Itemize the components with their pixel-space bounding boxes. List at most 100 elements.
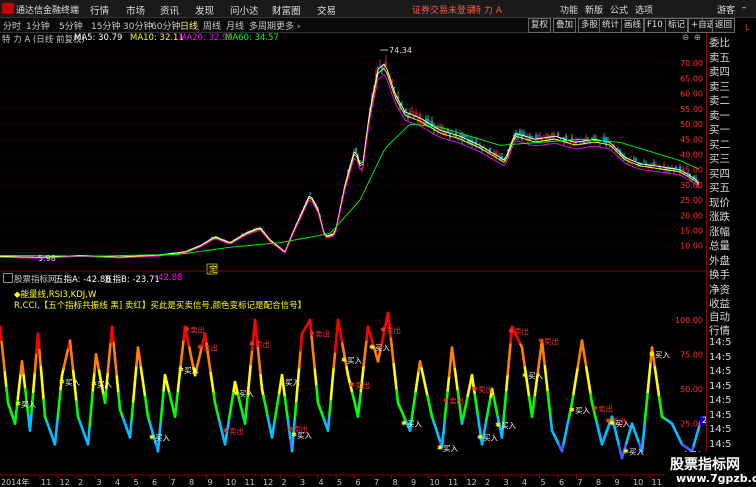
- x-axis-label: 7: [171, 478, 176, 487]
- menu-newversion[interactable]: 新版: [585, 3, 603, 16]
- period-5min[interactable]: 5分钟: [59, 19, 83, 32]
- sell-label: 卖出: [190, 324, 205, 334]
- indicator-line-segment: [243, 407, 248, 425]
- chart-area[interactable]: 74.345.98定 70.0065.0060.0055.0050.0045.0…: [0, 45, 706, 487]
- menu-options[interactable]: 选项: [635, 3, 653, 16]
- indicator-line-segment: [203, 332, 208, 345]
- x-axis-label: 10: [633, 478, 643, 487]
- quote-item-label: 净资: [709, 283, 730, 296]
- indicator-line-segment: [107, 340, 112, 359]
- indicator-line-segment: [570, 392, 575, 405]
- indicator-line-segment: [53, 429, 58, 446]
- indicator-line-segment: [257, 360, 262, 377]
- period-tick[interactable]: 分时: [3, 19, 21, 32]
- menu-market[interactable]: 市场: [126, 3, 145, 17]
- period-30min[interactable]: 30分钟: [123, 19, 152, 32]
- indicator-line-segment: [533, 382, 538, 397]
- period-monthly[interactable]: 月线: [226, 19, 244, 32]
- indicator-line-segment: [547, 403, 552, 419]
- stock-tab[interactable]: 特 力 A: [472, 3, 502, 16]
- settings-icon[interactable]: ⊕: [694, 33, 701, 43]
- indicator-line-segment: [70, 354, 75, 373]
- indicator-line-segment: [393, 375, 398, 392]
- candle-body: [655, 164, 657, 165]
- indicator-line-segment: [212, 391, 217, 405]
- indicator-line-segment: [446, 374, 451, 392]
- x-axis-label: 7: [374, 478, 379, 487]
- buy-label: 买入: [347, 356, 362, 365]
- candle-body: [411, 110, 413, 112]
- panel-side-label[interactable]: 行情: [709, 323, 730, 338]
- buy-label: 买入: [483, 434, 498, 443]
- tool-draw[interactable]: 画线: [621, 18, 645, 33]
- candle-body: [535, 135, 537, 138]
- period-daily[interactable]: 日线: [180, 19, 198, 32]
- panel-side-label[interactable]: 自动: [709, 309, 730, 324]
- guest-label[interactable]: 游客: [717, 3, 735, 16]
- indicator-line-segment: [274, 400, 280, 413]
- tool-stats[interactable]: 统计: [599, 18, 623, 33]
- x-axis-label: 7: [578, 478, 583, 487]
- indicator-line-segment: [647, 361, 652, 379]
- login-warning[interactable]: 证券交易未登录: [412, 3, 475, 16]
- menu-discover[interactable]: 发现: [195, 3, 214, 17]
- indicator-line-segment: [476, 413, 481, 426]
- x-axis-label: 5: [337, 478, 342, 487]
- indicator-line-segment: [159, 404, 164, 423]
- indicator-line-segment: [543, 365, 548, 381]
- zoom-out-icon[interactable]: ⊖: [682, 33, 689, 43]
- tool-overlay[interactable]: 叠加: [553, 18, 577, 33]
- indicator-menu-icon[interactable]: [3, 273, 13, 283]
- indicator-line-segment: [145, 405, 150, 418]
- indicator-line-segment: [299, 332, 304, 352]
- indicator-line-segment: [656, 385, 661, 399]
- period-60min[interactable]: 60分钟: [151, 19, 180, 32]
- ma60-value: MA60: 34.57: [225, 33, 279, 43]
- menu-formula[interactable]: 公式: [610, 3, 628, 16]
- sell-label: 卖出: [315, 329, 330, 339]
- candle-body: [429, 120, 431, 124]
- indicator-line-segment: [573, 374, 578, 387]
- indicator-line-segment: [659, 405, 664, 418]
- menu-trade[interactable]: 交易: [317, 3, 336, 17]
- indicator-line-segment: [313, 368, 318, 388]
- tick-time: 14:5: [709, 395, 732, 406]
- indicator-line-segment: [276, 391, 281, 404]
- menu-news[interactable]: 资讯: [160, 3, 179, 17]
- menu-function[interactable]: 功能: [560, 3, 578, 16]
- menu-ask[interactable]: 问小达: [230, 3, 259, 17]
- period-weekly[interactable]: 周线: [203, 19, 221, 32]
- candle-body: [593, 136, 595, 138]
- indicator-line-segment: [5, 386, 10, 405]
- indicator-line-segment: [1, 355, 7, 374]
- indicator-line-segment: [503, 388, 508, 408]
- indicator-line-segment: [206, 352, 211, 365]
- x-axis-label: 11: [652, 478, 662, 487]
- main-y-tick: 40.00: [680, 150, 703, 159]
- tool-adjust[interactable]: 复权: [528, 18, 552, 33]
- quote-item-label: 卖三: [709, 80, 730, 93]
- tool-f10[interactable]: F10: [644, 18, 666, 33]
- period-more[interactable]: 更多 ›: [276, 19, 300, 32]
- period-multi[interactable]: 多周期: [249, 19, 276, 32]
- x-axis-label: 9: [208, 478, 213, 487]
- indicator-a: 五指A: -42.88: [55, 275, 111, 285]
- indicator-line-segment: [546, 390, 551, 407]
- period-15min[interactable]: 15分钟: [91, 19, 120, 32]
- candle-body: [635, 158, 637, 162]
- menu-quotes[interactable]: 行情: [90, 3, 109, 17]
- indicator-line-segment: [284, 406, 290, 420]
- buy-label: 买入: [155, 434, 170, 443]
- app-logo-icon: [2, 3, 14, 14]
- x-axis-label: 11: [448, 478, 458, 487]
- candle-body: [483, 146, 485, 148]
- x-axis-label: 3: [504, 478, 509, 487]
- period-1min[interactable]: 1分钟: [26, 19, 50, 32]
- tool-multistock[interactable]: 多股: [578, 18, 602, 33]
- tool-back[interactable]: 返回: [712, 18, 736, 33]
- minimize-icon[interactable]: –: [742, 3, 747, 13]
- menu-wealth[interactable]: 财富圈: [272, 3, 301, 17]
- indicator-line-segment: [56, 401, 61, 418]
- tool-mark[interactable]: 标记: [665, 18, 689, 33]
- buy-label: 买入: [575, 406, 590, 415]
